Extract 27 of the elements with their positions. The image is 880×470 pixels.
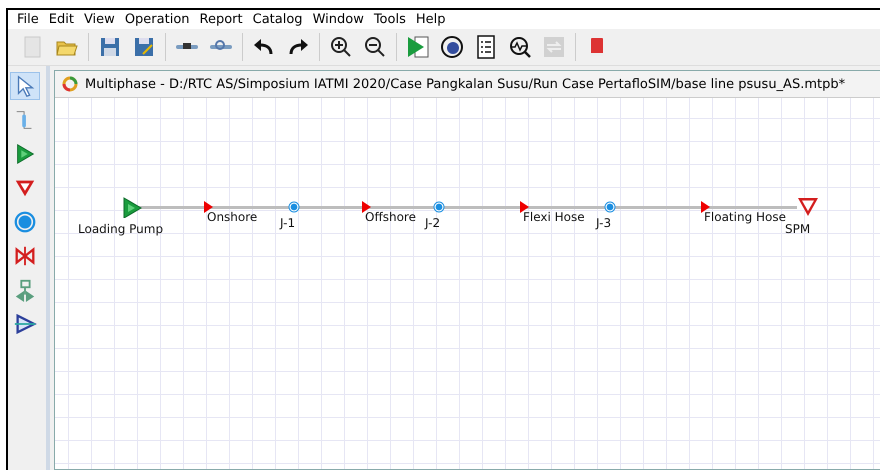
p-run-icon[interactable] bbox=[439, 33, 465, 61]
node-label: J-3 bbox=[596, 216, 612, 230]
menu-item[interactable]: File bbox=[12, 12, 44, 27]
junction-icon[interactable] bbox=[288, 201, 300, 213]
sink-icon[interactable] bbox=[797, 196, 819, 218]
menu-item[interactable]: Edit bbox=[44, 12, 79, 27]
menu-item[interactable]: Report bbox=[194, 12, 248, 27]
junction-icon[interactable] bbox=[433, 201, 445, 213]
app-logo-icon bbox=[61, 75, 79, 93]
menu-item[interactable]: View bbox=[78, 12, 120, 27]
node-label: Floating Hose bbox=[704, 210, 786, 224]
menu-item[interactable]: Operation bbox=[120, 12, 195, 27]
node-label: Flexi Hose bbox=[523, 210, 585, 224]
menu-item[interactable]: Catalog bbox=[248, 12, 308, 27]
junction-icon[interactable] bbox=[604, 201, 616, 213]
window-title: Multiphase - D:/RTC AS/Simposium IATMI 2020/Case Pangkalan Susu/Run Case PertafloSIM/base line psusu_AS.mtpb* bbox=[85, 76, 846, 92]
source-icon[interactable] bbox=[121, 196, 143, 218]
menu-item[interactable]: Tools bbox=[368, 12, 411, 27]
node-label: Onshore bbox=[207, 210, 258, 224]
node-label: Offshore bbox=[365, 210, 416, 224]
pointer-icon[interactable] bbox=[10, 72, 40, 100]
node-label: J-1 bbox=[280, 216, 296, 230]
menu-item[interactable]: Help bbox=[410, 12, 450, 27]
node-label: SPM bbox=[785, 222, 810, 236]
menu-item[interactable]: Window bbox=[308, 12, 369, 27]
node-label: J-2 bbox=[425, 216, 440, 230]
node-label: Loading Pump bbox=[78, 222, 164, 236]
